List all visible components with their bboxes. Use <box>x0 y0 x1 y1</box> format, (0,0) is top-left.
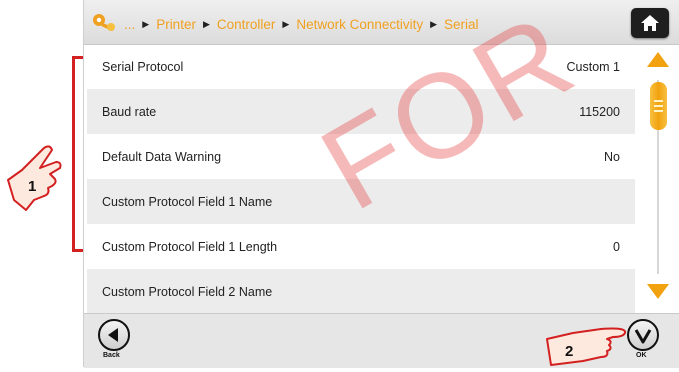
breadcrumb-network-connectivity[interactable]: Network Connectivity <box>296 17 423 32</box>
back-label: Back <box>103 352 120 359</box>
grip-line <box>654 110 663 112</box>
scroll-thumb[interactable] <box>650 82 667 130</box>
breadcrumb-controller[interactable]: Controller <box>217 17 276 32</box>
setting-row-default-data-warning[interactable]: Default Data Warning No <box>87 134 635 179</box>
setting-value: No <box>604 149 620 164</box>
home-icon <box>641 15 659 31</box>
setting-value: 0 <box>613 239 620 254</box>
breadcrumb-separator-icon: ▶ <box>430 18 438 29</box>
breadcrumb-separator-icon: ▶ <box>202 18 210 29</box>
setting-row-custom-protocol-field-1-name[interactable]: Custom Protocol Field 1 Name <box>87 179 635 224</box>
setting-label: Custom Protocol Field 1 Length <box>102 239 278 254</box>
scroll-down-icon[interactable] <box>647 284 669 299</box>
setting-label: Default Data Warning <box>102 149 222 164</box>
grip-line <box>654 100 663 102</box>
settings-list: Serial Protocol Custom 1 Baud rate 11520… <box>87 44 635 314</box>
setting-label: Custom Protocol Field 2 Name <box>102 284 273 299</box>
setting-label: Serial Protocol <box>102 59 184 74</box>
setting-value: Custom 1 <box>566 59 621 74</box>
ok-label: OK <box>636 352 647 359</box>
breadcrumb: ... ▶ Printer ▶ Controller ▶ Network Con… <box>124 14 479 34</box>
pointing-hand-icon-1: 1 <box>4 140 70 221</box>
scrollbar[interactable] <box>639 44 677 304</box>
annotation-bracket <box>72 56 83 252</box>
breadcrumb-separator-icon: ▶ <box>282 18 290 29</box>
scroll-up-icon[interactable] <box>647 52 669 67</box>
breadcrumb-serial: Serial <box>444 16 479 32</box>
checkmark-icon <box>634 329 652 344</box>
setting-label: Custom Protocol Field 1 Name <box>102 194 273 209</box>
setting-label: Baud rate <box>102 104 157 119</box>
breadcrumb-printer[interactable]: Printer <box>156 17 196 32</box>
callout-number-1: 1 <box>28 178 37 195</box>
setting-row-serial-protocol[interactable]: Serial Protocol Custom 1 <box>87 44 635 89</box>
setting-value: 115200 <box>579 104 620 119</box>
callout-number-2: 2 <box>565 343 574 360</box>
grip-line <box>654 105 663 107</box>
setting-row-custom-protocol-field-2-name[interactable]: Custom Protocol Field 2 Name <box>87 269 635 314</box>
back-button[interactable] <box>98 319 130 351</box>
setting-row-custom-protocol-field-1-length[interactable]: Custom Protocol Field 1 Length 0 <box>87 224 635 269</box>
key-icon <box>92 13 118 38</box>
printer-settings-screen: ... ▶ Printer ▶ Controller ▶ Network Con… <box>83 0 679 368</box>
header-bar: ... ▶ Printer ▶ Controller ▶ Network Con… <box>84 0 679 45</box>
ok-button[interactable] <box>627 319 659 351</box>
back-arrow-icon <box>108 328 118 342</box>
breadcrumb-separator-icon: ▶ <box>142 18 150 29</box>
setting-row-baud-rate[interactable]: Baud rate 115200 <box>87 89 635 134</box>
pointing-hand-icon-2: 2 <box>543 325 631 372</box>
home-button[interactable] <box>631 8 669 38</box>
breadcrumb-ellipsis[interactable]: ... <box>124 17 135 32</box>
